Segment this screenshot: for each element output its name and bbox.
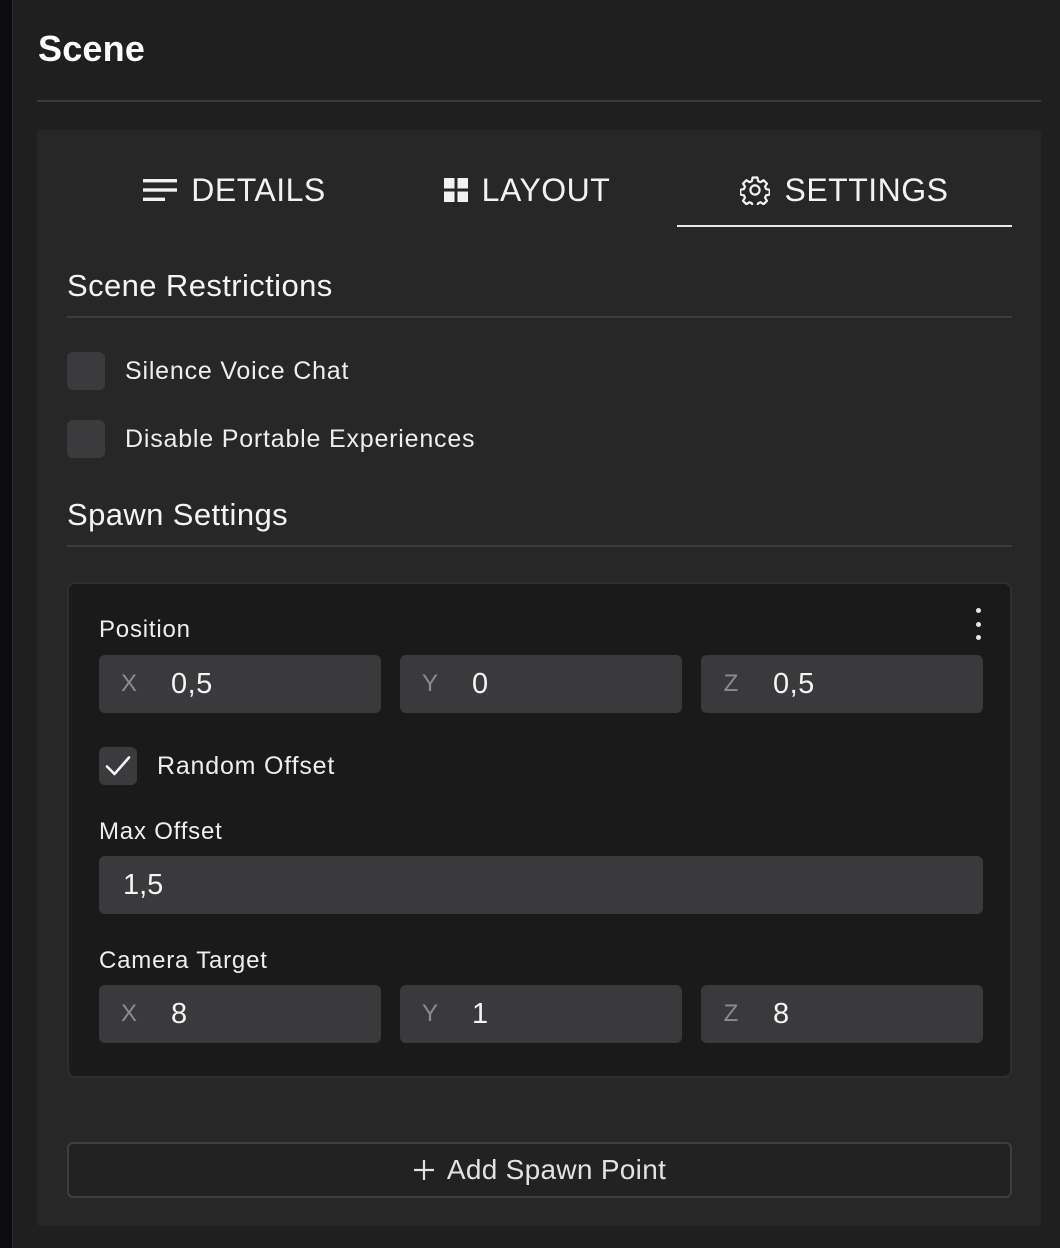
lines-icon: [143, 178, 178, 202]
max-offset-input[interactable]: 1,5: [99, 856, 983, 914]
random-offset-option[interactable]: Random Offset: [99, 747, 335, 785]
add-spawn-point-label: Add Spawn Point: [446, 1154, 667, 1185]
tab-details[interactable]: DETAILS: [67, 152, 402, 228]
plus-icon: [413, 1159, 435, 1181]
disable-portable-experiences-option[interactable]: Disable Portable Experiences: [67, 420, 475, 458]
position-y-value: 0: [472, 667, 489, 700]
camera-target-y-value: 1: [472, 997, 489, 1030]
tab-settings-label: SETTINGS: [784, 171, 949, 208]
position-x-input[interactable]: X 0,5: [99, 655, 381, 713]
scene-restrictions-divider: [67, 316, 1012, 318]
active-tab-indicator: [677, 225, 1012, 227]
spawn-point-card: Position X 0,5 Y 0 Z 0,5 Random Offset M…: [67, 582, 1012, 1078]
add-spawn-point-button[interactable]: Add Spawn Point: [67, 1142, 1012, 1198]
tab-layout[interactable]: LAYOUT: [362, 152, 692, 228]
axis-y-label: Y: [421, 670, 438, 697]
title-divider: [37, 100, 1041, 102]
tab-details-label: DETAILS: [191, 171, 326, 208]
disable-portable-experiences-label: Disable Portable Experiences: [125, 424, 476, 453]
camera-target-label: Camera Target: [99, 947, 268, 974]
disable-portable-experiences-checkbox[interactable]: [67, 420, 105, 458]
scene-panel: Scene DETAILS LAYOUT SETTINGS Scene Rest…: [12, 0, 1060, 1248]
silence-voice-chat-checkbox[interactable]: [67, 352, 105, 390]
axis-x-label: X: [120, 1000, 137, 1027]
position-label: Position: [99, 616, 191, 643]
position-z-input[interactable]: Z 0,5: [701, 655, 983, 713]
camera-target-x-value: 8: [171, 997, 188, 1030]
position-y-input[interactable]: Y 0: [400, 655, 682, 713]
axis-x-label: X: [120, 670, 137, 697]
max-offset-label: Max Offset: [99, 818, 223, 845]
random-offset-label: Random Offset: [157, 751, 336, 780]
silence-voice-chat-option[interactable]: Silence Voice Chat: [67, 352, 349, 390]
checkmark-icon: [105, 756, 131, 776]
settings-card: DETAILS LAYOUT SETTINGS Scene Restrictio…: [37, 130, 1041, 1226]
spawn-settings-divider: [67, 545, 1012, 547]
more-options-icon[interactable]: [972, 608, 984, 640]
camera-target-z-input[interactable]: Z 8: [701, 985, 983, 1043]
scene-restrictions-heading: Scene Restrictions: [67, 268, 333, 303]
camera-target-z-value: 8: [773, 997, 790, 1030]
panel-title: Scene: [38, 28, 146, 69]
grid-icon: [443, 178, 468, 202]
axis-z-label: Z: [723, 1000, 739, 1027]
silence-voice-chat-label: Silence Voice Chat: [125, 356, 350, 385]
camera-target-x-input[interactable]: X 8: [99, 985, 381, 1043]
tab-layout-label: LAYOUT: [481, 171, 611, 208]
random-offset-checkbox[interactable]: [99, 747, 137, 785]
gear-icon: [740, 175, 771, 205]
camera-target-y-input[interactable]: Y 1: [400, 985, 682, 1043]
spawn-settings-heading: Spawn Settings: [67, 497, 289, 532]
tab-settings[interactable]: SETTINGS: [677, 152, 1012, 228]
position-z-value: 0,5: [773, 667, 815, 700]
position-x-value: 0,5: [171, 667, 213, 700]
axis-z-label: Z: [723, 670, 739, 697]
axis-y-label: Y: [421, 1000, 438, 1027]
